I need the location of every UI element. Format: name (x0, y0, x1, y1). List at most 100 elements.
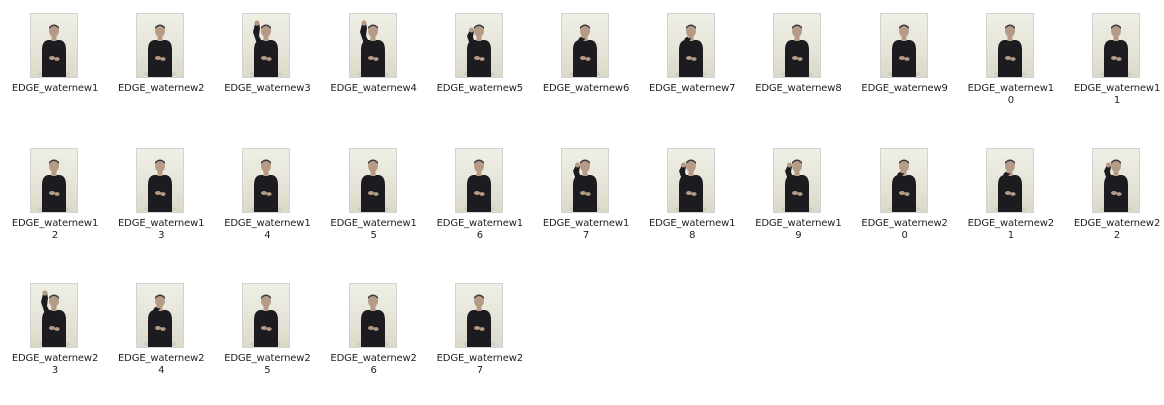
file-item[interactable]: EDGE_waternew5 (427, 0, 533, 135)
video-thumbnail-icon (1092, 148, 1140, 213)
file-item[interactable]: EDGE_waternew1 9 (745, 135, 851, 270)
file-item[interactable]: EDGE_waternew2 5 (214, 270, 320, 405)
file-item[interactable]: EDGE_waternew1 7 (533, 135, 639, 270)
video-thumbnail-icon (242, 148, 291, 213)
video-thumbnail-icon (1092, 13, 1140, 78)
video-thumbnail-icon (348, 148, 397, 213)
file-item[interactable]: EDGE_waternew1 0 (958, 0, 1064, 135)
file-item[interactable]: EDGE_waternew7 (639, 0, 745, 135)
file-item[interactable]: EDGE_waternew1 5 (321, 135, 427, 270)
file-name-line1: EDGE_waternew6 (542, 83, 630, 94)
file-name-line2: 9 (795, 230, 802, 241)
file-name-label: EDGE_waternew1 0 (958, 83, 1064, 107)
file-item[interactable]: EDGE_waternew2 7 (427, 270, 533, 405)
file-name-label: EDGE_waternew6 (533, 83, 639, 95)
file-item[interactable]: EDGE_waternew2 4 (108, 270, 214, 405)
video-thumbnail-icon (667, 148, 716, 213)
file-name-line2: 7 (476, 365, 483, 376)
file-name-label: EDGE_waternew1 9 (745, 218, 851, 242)
file-item[interactable]: EDGE_waternew1 8 (639, 135, 745, 270)
file-name-line1: EDGE_waternew1 (755, 218, 842, 229)
file-name-line1: EDGE_waternew1 (330, 218, 417, 229)
file-name-label: EDGE_waternew8 (745, 83, 851, 95)
file-name-line2: 6 (476, 230, 483, 241)
file-name-label: EDGE_waternew2 3 (2, 353, 108, 377)
file-name-label: EDGE_waternew1 7 (533, 218, 639, 242)
file-name-line1: EDGE_waternew1 (436, 218, 523, 229)
file-name-line1: EDGE_waternew1 (11, 83, 99, 94)
file-name-label: EDGE_waternew2 6 (321, 353, 427, 377)
file-name-label: EDGE_waternew4 (321, 83, 427, 95)
file-name-label: EDGE_waternew1 (2, 83, 108, 95)
file-name-line1: EDGE_waternew2 (330, 353, 417, 364)
video-thumbnail-icon (348, 283, 397, 348)
file-name-line2: 8 (689, 230, 696, 241)
video-thumbnail-icon (561, 148, 609, 213)
file-name-line1: EDGE_waternew2 (118, 353, 205, 364)
file-name-line2: 4 (264, 230, 271, 241)
video-thumbnail-icon (667, 13, 716, 78)
video-thumbnail-icon (454, 283, 503, 348)
file-name-label: EDGE_waternew1 3 (108, 218, 214, 242)
file-item[interactable]: EDGE_waternew2 2 (1064, 135, 1164, 270)
file-item[interactable]: EDGE_waternew1 4 (214, 135, 320, 270)
file-name-line1: EDGE_waternew1 (649, 218, 736, 229)
video-thumbnail-icon (136, 13, 185, 78)
file-name-label: EDGE_waternew2 0 (852, 218, 958, 242)
file-name-line2: 0 (901, 230, 908, 241)
file-name-line1: EDGE_waternew7 (649, 83, 736, 94)
file-item[interactable]: EDGE_waternew8 (745, 0, 851, 135)
file-name-line2: 1 (1007, 230, 1014, 241)
video-thumbnail-icon (879, 13, 928, 78)
file-item[interactable]: EDGE_waternew2 0 (852, 135, 958, 270)
file-name-line2: 2 (1113, 230, 1121, 241)
file-name-label: EDGE_waternew1 1 (1064, 83, 1164, 107)
file-name-label: EDGE_waternew9 (852, 83, 958, 95)
file-name-line2: 6 (370, 365, 377, 376)
file-name-label: EDGE_waternew1 8 (639, 218, 745, 242)
file-name-label: EDGE_waternew1 6 (427, 218, 533, 242)
file-name-line1: EDGE_waternew9 (861, 83, 948, 94)
file-name-line1: EDGE_waternew1 (224, 218, 311, 229)
file-item[interactable]: EDGE_waternew1 3 (108, 135, 214, 270)
file-name-line2: 4 (158, 365, 165, 376)
file-name-line2: 3 (51, 365, 59, 376)
video-thumbnail-icon (30, 283, 78, 348)
file-name-label: EDGE_waternew2 7 (427, 353, 533, 377)
file-name-line1: EDGE_waternew2 (967, 218, 1054, 229)
file-name-line2: 5 (370, 230, 377, 241)
file-item[interactable]: EDGE_waternew2 1 (958, 135, 1064, 270)
file-name-line2: 3 (158, 230, 165, 241)
file-grid: EDGE_waternew1 EDGE_waternew2 EDGE_waterne… (0, 0, 1164, 403)
file-item[interactable]: EDGE_waternew2 3 (2, 270, 108, 405)
file-item[interactable]: EDGE_waternew1 6 (427, 135, 533, 270)
file-item[interactable]: EDGE_waternew6 (533, 0, 639, 135)
video-thumbnail-icon (773, 148, 822, 213)
file-item[interactable]: EDGE_waternew1 2 (2, 135, 108, 270)
file-name-line1: EDGE_waternew2 (224, 353, 311, 364)
file-name-label: EDGE_waternew3 (214, 83, 320, 95)
video-thumbnail-icon (136, 283, 185, 348)
file-name-label: EDGE_waternew2 1 (958, 218, 1064, 242)
file-name-line2: 5 (264, 365, 271, 376)
file-item[interactable]: EDGE_waternew2 (108, 0, 214, 135)
video-thumbnail-icon (454, 13, 503, 78)
file-item[interactable]: EDGE_waternew1 (2, 0, 108, 135)
file-name-line1: EDGE_waternew1 (967, 83, 1054, 94)
file-name-label: EDGE_waternew2 2 (1064, 218, 1164, 242)
file-name-line1: EDGE_waternew3 (224, 83, 311, 94)
file-item[interactable]: EDGE_waternew3 (214, 0, 320, 135)
file-item[interactable]: EDGE_waternew1 1 (1064, 0, 1164, 135)
file-name-label: EDGE_waternew2 (108, 83, 214, 95)
file-name-line2: 2 (51, 230, 59, 241)
file-name-line1: EDGE_waternew5 (436, 83, 523, 94)
file-item[interactable]: EDGE_waternew2 6 (321, 270, 427, 405)
file-item[interactable]: EDGE_waternew9 (852, 0, 958, 135)
file-name-label: EDGE_waternew2 4 (108, 353, 214, 377)
file-name-line1: EDGE_waternew2 (11, 353, 99, 364)
file-name-line1: EDGE_waternew1 (11, 218, 99, 229)
file-name-line1: EDGE_waternew1 (118, 218, 205, 229)
file-name-line1: EDGE_waternew2 (118, 83, 205, 94)
file-item[interactable]: EDGE_waternew4 (321, 0, 427, 135)
video-thumbnail-icon (454, 148, 503, 213)
